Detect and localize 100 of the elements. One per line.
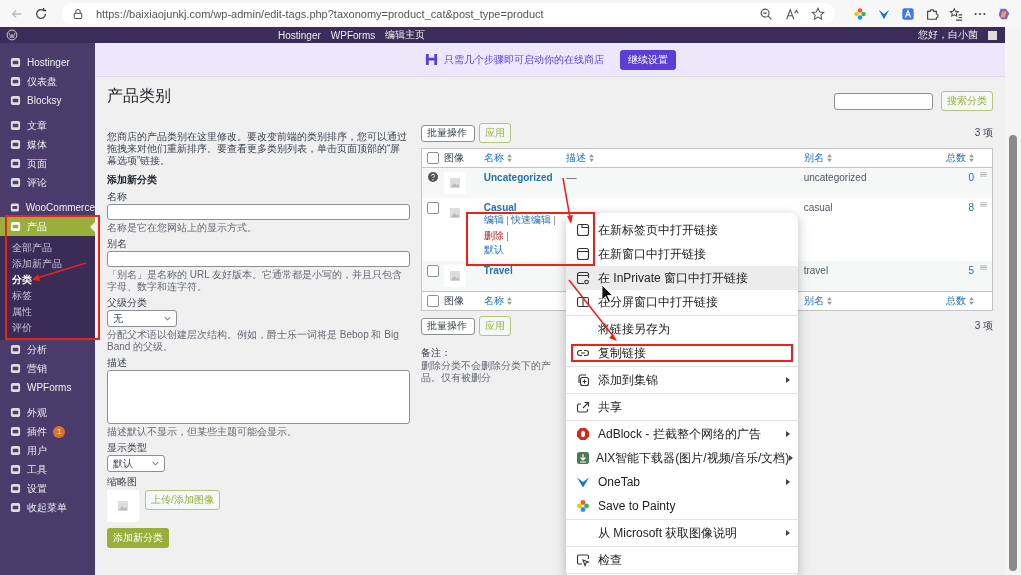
sidebar-item[interactable]: 设置 bbox=[0, 479, 95, 498]
zoom-out-icon[interactable] bbox=[759, 6, 773, 21]
menu-item[interactable]: 在 InPrivate 窗口中打开链接 bbox=[566, 266, 798, 290]
dropdown[interactable]: 默认 bbox=[107, 455, 165, 472]
image-placeholder-icon bbox=[449, 178, 460, 188]
category-name-link[interactable]: Uncategorized bbox=[483, 172, 553, 183]
submenu-item[interactable]: 标签 bbox=[0, 288, 95, 304]
table-cell: travel bbox=[803, 265, 829, 276]
checkbox[interactable] bbox=[426, 295, 439, 307]
copilot-icon[interactable] bbox=[997, 6, 1011, 21]
translate-icon[interactable] bbox=[901, 6, 915, 21]
sidebar-item[interactable]: 仪表盘 bbox=[0, 72, 95, 91]
field-label: 名称 bbox=[107, 191, 128, 203]
scrollbar-thumb[interactable] bbox=[1009, 135, 1017, 571]
sidebar-item[interactable]: 营销 bbox=[0, 359, 95, 378]
make-default-link[interactable]: 默认 bbox=[483, 244, 504, 257]
search-field[interactable] bbox=[834, 92, 933, 110]
count-link[interactable]: 5 bbox=[968, 265, 975, 276]
menu-item[interactable]: 复制链接 bbox=[566, 341, 798, 365]
greeting-link[interactable]: 您好，白小菌 bbox=[918, 28, 978, 42]
submenu-item[interactable]: 评价 bbox=[0, 320, 95, 336]
input-field[interactable] bbox=[107, 251, 410, 267]
row-action-link[interactable]: 删除 bbox=[483, 230, 504, 243]
admin-bar-link[interactable]: 编辑主页 bbox=[385, 28, 426, 42]
admin-bar-link[interactable]: WPForms bbox=[330, 29, 376, 41]
flower-icon[interactable] bbox=[853, 6, 867, 21]
menu-item[interactable]: 在新窗口中打开链接 bbox=[566, 242, 798, 266]
avatar[interactable] bbox=[988, 30, 997, 40]
sidebar-item[interactable]: WooCommerce bbox=[0, 198, 95, 217]
drag-handle-icon[interactable] bbox=[979, 172, 987, 177]
menu-item[interactable]: 在新标签页中打开链接 bbox=[566, 218, 798, 242]
menu-item[interactable]: OneTab bbox=[566, 470, 798, 494]
page-title: 产品类别 bbox=[107, 86, 171, 106]
menu-item[interactable]: Save to Painty bbox=[566, 494, 798, 518]
submenu-item[interactable]: 全部产品 bbox=[0, 240, 95, 256]
admin-bar-link[interactable]: Hostinger bbox=[278, 29, 321, 41]
category-name-link[interactable]: Travel bbox=[483, 265, 513, 276]
reload-icon[interactable] bbox=[34, 6, 48, 21]
menu-item[interactable]: 从 Microsoft 获取图像说明 bbox=[566, 521, 798, 545]
menu-item[interactable]: 共享 bbox=[566, 395, 798, 419]
favorites-icon[interactable] bbox=[949, 6, 963, 21]
sortable-column-header[interactable]: 名称 bbox=[483, 151, 512, 165]
field-label: 别名 bbox=[107, 238, 128, 250]
wordpress-logo-icon[interactable] bbox=[6, 29, 18, 41]
help-icon[interactable] bbox=[427, 172, 438, 182]
form-heading: 添加新分类 bbox=[107, 173, 158, 187]
scrollbar[interactable] bbox=[1005, 27, 1021, 575]
category-name-link[interactable]: Casual bbox=[483, 202, 517, 213]
sidebar-item[interactable]: 工具 bbox=[0, 460, 95, 479]
menu-icon bbox=[10, 76, 21, 87]
sidebar-item[interactable]: 分析 bbox=[0, 340, 95, 359]
submenu-item[interactable]: 属性 bbox=[0, 304, 95, 320]
continue-setup-button[interactable]: 继续设置 bbox=[619, 49, 676, 70]
menu-item[interactable]: AIX智能下载器(图片/视频/音乐/文档) bbox=[566, 446, 798, 470]
sidebar-item[interactable]: 页面 bbox=[0, 154, 95, 173]
sidebar-item[interactable]: Blocksy bbox=[0, 91, 95, 110]
address-bar[interactable]: https://baixiaojunkj.com/wp-admin/edit-tags.php?taxonomy=product_cat&post_type=product bbox=[62, 3, 835, 24]
sortable-column-header[interactable]: 别名 bbox=[803, 151, 832, 165]
row-checkbox[interactable] bbox=[426, 265, 439, 277]
sortable-column-header[interactable]: 名称 bbox=[483, 294, 512, 308]
note-label: 备注： bbox=[421, 346, 451, 360]
sortable-column-header[interactable]: 总数 bbox=[946, 151, 975, 165]
bulk-actions-dropdown[interactable]: 批量操作 bbox=[421, 317, 475, 335]
text-area[interactable] bbox=[107, 370, 410, 424]
row-checkbox[interactable] bbox=[426, 202, 439, 214]
sidebar-item[interactable]: 外观 bbox=[0, 403, 95, 422]
row-action-link[interactable]: 快速编辑 bbox=[510, 214, 551, 227]
field-label: 缩略图 bbox=[107, 476, 138, 488]
menu-icon bbox=[10, 120, 21, 131]
sidebar-item[interactable]: 评论 bbox=[0, 173, 95, 192]
submenu-item[interactable]: 分类 bbox=[0, 272, 95, 288]
sortable-column-header[interactable]: 别名 bbox=[803, 294, 832, 308]
count-link[interactable]: 8 bbox=[968, 202, 975, 213]
sortable-column-header[interactable]: 总数 bbox=[946, 294, 975, 308]
puzzle-icon[interactable] bbox=[925, 6, 939, 21]
sidebar-item[interactable]: Hostinger bbox=[0, 53, 95, 72]
dropdown[interactable]: 无 bbox=[107, 310, 177, 327]
checkbox[interactable] bbox=[426, 152, 439, 164]
read-aloud-icon[interactable] bbox=[785, 6, 799, 21]
bulk-actions-dropdown[interactable]: 批量操作 bbox=[421, 124, 475, 142]
sortable-column-header[interactable]: 描述 bbox=[566, 151, 595, 165]
menu-item[interactable]: AdBlock - 拦截整个网络的广告 bbox=[566, 422, 798, 446]
star-icon[interactable] bbox=[811, 6, 825, 21]
drag-handle-icon[interactable] bbox=[979, 202, 987, 207]
row-action-link[interactable]: 编辑 bbox=[483, 214, 504, 227]
menu-item[interactable]: 检查 bbox=[566, 548, 798, 572]
menu-item[interactable]: 添加到集锦 bbox=[566, 368, 798, 392]
window-icon bbox=[576, 247, 590, 261]
input-field[interactable] bbox=[107, 204, 410, 220]
collections-icon bbox=[576, 373, 590, 387]
lock-icon[interactable] bbox=[72, 7, 84, 20]
drag-handle-icon[interactable] bbox=[979, 265, 987, 270]
count-link[interactable]: 0 bbox=[968, 172, 975, 183]
sidebar-item[interactable]: 用户 bbox=[0, 441, 95, 460]
sidebar-item[interactable]: 收起菜单 bbox=[0, 498, 95, 517]
sidebar-item[interactable]: WPForms bbox=[0, 378, 95, 397]
submenu-item[interactable]: 添加新产品 bbox=[0, 256, 95, 272]
sidebar-item[interactable]: 插件 1 bbox=[0, 422, 95, 441]
sidebar-item[interactable]: 文章 bbox=[0, 116, 95, 135]
sidebar-item[interactable]: 媒体 bbox=[0, 135, 95, 154]
